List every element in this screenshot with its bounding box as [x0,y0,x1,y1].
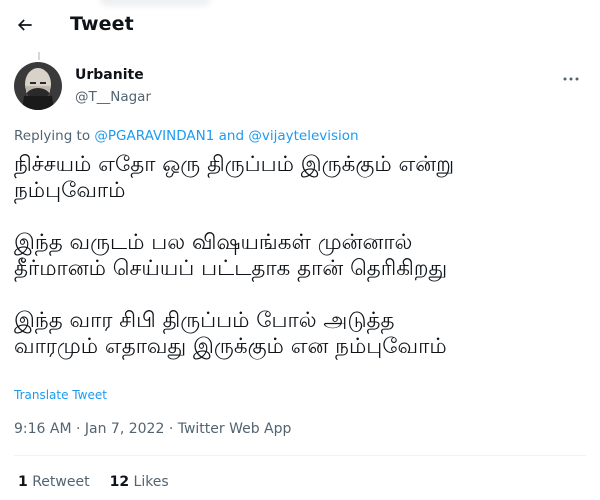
scroll-shadow [100,0,210,6]
replying-to: Replying to @PGARAVINDAN1 and @vijaytele… [14,128,359,144]
retweets-count: 1 [18,474,28,490]
engagement-stats: 1 Retweet 12 Likes [18,474,169,490]
retweets-label: Retweet [27,474,90,490]
tweet-line: நம்புவோம் [14,178,126,203]
translate-tweet-link[interactable]: Translate Tweet [14,388,107,402]
mention-link-1[interactable]: @PGARAVINDAN1 [94,128,214,144]
more-horizontal-icon [563,67,579,86]
back-button[interactable] [10,12,40,42]
tweet-header: Tweet [0,0,600,54]
tweet-line: நிச்சயம் எதோ ஒரு திருப்பம் இருக்கும் என்… [14,152,455,177]
author-handle[interactable]: @T__Nagar [75,89,151,105]
likes-label: Likes [129,474,169,490]
tweet-line: இந்த வார சிபி திருப்பம் போல் அடுத்த [14,308,395,333]
tweet-paragraph: நிச்சயம் எதோ ஒரு திருப்பம் இருக்கும் என்… [14,152,584,204]
likes-count: 12 [109,474,130,490]
tweet-paragraph: இந்த வார சிபி திருப்பம் போல் அடுத்த வாரம… [14,308,584,360]
divider [14,455,586,456]
retweets-stat[interactable]: 1 Retweet [18,474,90,490]
author-display-name[interactable]: Urbanite [75,67,144,83]
tweet-line: வாரமும் எதாவது இருக்கும் என நம்புவோம் [14,334,447,359]
mention-joiner: and [214,128,249,144]
tweet-text: நிச்சயம் எதோ ஒரு திருப்பம் இருக்கும் என்… [14,152,584,360]
more-button[interactable] [558,66,584,86]
thread-connector [38,52,40,60]
likes-stat[interactable]: 12 Likes [110,474,169,490]
tweet-paragraph: இந்த வருடம் பல விஷயங்கள் முன்னால் தீர்மா… [14,230,584,282]
tweet-line: தீர்மானம் செய்யப் பட்டதாக தான் தெரிகிறது [14,256,448,281]
mention-link-2[interactable]: @vijaytelevision [248,128,358,144]
page-title: Tweet [70,13,134,35]
arrow-left-icon [15,15,35,39]
avatar[interactable] [14,62,62,110]
tweet-line: இந்த வருடம் பல விஷயங்கள் முன்னால் [14,230,413,255]
tweet-timestamp[interactable]: 9:16 AM · Jan 7, 2022 · Twitter Web App [14,421,291,437]
replying-to-prefix: Replying to [14,128,95,144]
